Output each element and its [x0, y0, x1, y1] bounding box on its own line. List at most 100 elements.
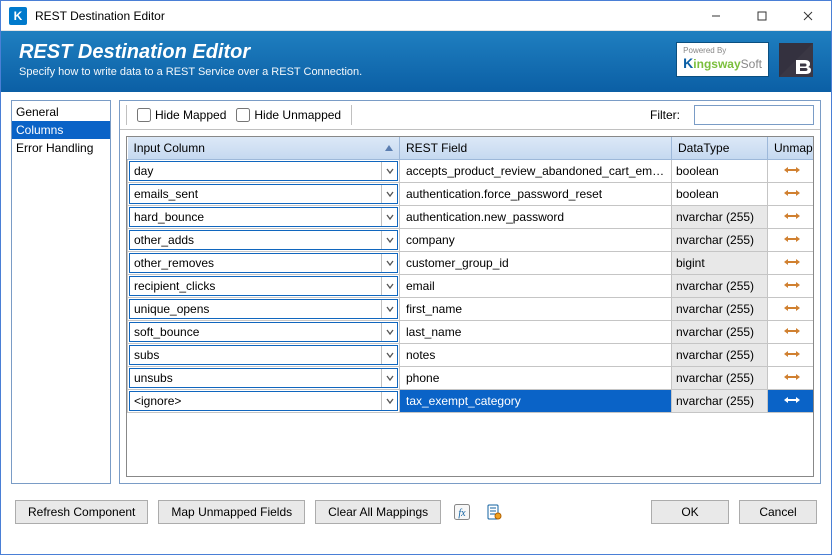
col-unmap[interactable]: Unmap	[768, 137, 815, 160]
minimize-button[interactable]	[693, 1, 739, 31]
input-column-combo[interactable]: other_adds	[129, 230, 398, 250]
banner-heading: REST Destination Editor	[19, 41, 362, 64]
unmap-button[interactable]	[768, 206, 815, 229]
svg-text:fx: fx	[459, 508, 467, 519]
main-panel: Hide Mapped Hide Unmapped Filter: In	[119, 100, 821, 484]
input-column-combo[interactable]: <ignore>	[129, 391, 398, 411]
ok-button[interactable]: OK	[651, 500, 729, 524]
unmap-button[interactable]	[768, 390, 815, 413]
input-column-combo[interactable]: unique_opens	[129, 299, 398, 319]
unmap-button[interactable]	[768, 275, 815, 298]
datatype-cell: nvarchar (255)	[672, 367, 768, 390]
maximize-button[interactable]	[739, 1, 785, 31]
table-row[interactable]: hard_bounceauthentication.new_passwordnv…	[128, 206, 815, 229]
unmap-button[interactable]	[768, 183, 815, 206]
rest-field-cell: customer_group_id	[400, 252, 672, 275]
cancel-button[interactable]: Cancel	[739, 500, 817, 524]
datatype-cell: nvarchar (255)	[672, 390, 768, 413]
datatype-cell: boolean	[672, 183, 768, 206]
table-row[interactable]: subsnotesnvarchar (255)	[128, 344, 815, 367]
hide-mapped-input[interactable]	[137, 108, 151, 122]
input-column-value: unique_opens	[130, 302, 381, 316]
unmap-button[interactable]	[768, 344, 815, 367]
hide-unmapped-input[interactable]	[236, 108, 250, 122]
table-row[interactable]: soft_bounce last_namenvarchar (255)	[128, 321, 815, 344]
table-row[interactable]: other_removescustomer_group_idbigint	[128, 252, 815, 275]
chevron-down-icon[interactable]	[381, 300, 397, 318]
unmap-button[interactable]	[768, 160, 815, 183]
unmap-button[interactable]	[768, 252, 815, 275]
rest-field-cell: tax_exempt_category	[400, 390, 672, 413]
sidebar-item-error-handling[interactable]: Error Handling	[12, 139, 110, 157]
clear-all-button[interactable]: Clear All Mappings	[315, 500, 441, 524]
input-column-value: soft_bounce	[130, 325, 381, 339]
chevron-down-icon[interactable]	[381, 323, 397, 341]
map-unmapped-button[interactable]: Map Unmapped Fields	[158, 500, 305, 524]
input-column-combo[interactable]: other_removes	[129, 253, 398, 273]
rest-field-cell: authentication.force_password_reset	[400, 183, 672, 206]
window-title: REST Destination Editor	[35, 9, 165, 23]
chevron-down-icon[interactable]	[381, 254, 397, 272]
chevron-down-icon[interactable]	[381, 392, 397, 410]
hide-unmapped-label: Hide Unmapped	[254, 108, 341, 122]
input-column-value: hard_bounce	[130, 210, 381, 224]
footer: Refresh Component Map Unmapped Fields Cl…	[1, 492, 831, 536]
expression-script-button[interactable]	[483, 501, 505, 523]
rest-field-cell: phone	[400, 367, 672, 390]
input-column-value: other_adds	[130, 233, 381, 247]
datatype-cell: nvarchar (255)	[672, 344, 768, 367]
chevron-down-icon[interactable]	[381, 231, 397, 249]
filter-label: Filter:	[650, 108, 680, 122]
toolbar: Hide Mapped Hide Unmapped Filter:	[120, 101, 820, 130]
table-row[interactable]: dayaccepts_product_review_abandoned_cart…	[128, 160, 815, 183]
input-column-combo[interactable]: subs	[129, 345, 398, 365]
bigcommerce-logo	[779, 43, 813, 77]
datatype-cell: nvarchar (255)	[672, 275, 768, 298]
chevron-down-icon[interactable]	[381, 162, 397, 180]
input-column-combo[interactable]: hard_bounce	[129, 207, 398, 227]
unmap-button[interactable]	[768, 229, 815, 252]
input-column-value: recipient_clicks	[130, 279, 381, 293]
sidebar-item-columns[interactable]: Columns	[12, 121, 110, 139]
chevron-down-icon[interactable]	[381, 185, 397, 203]
table-row[interactable]: recipient_clicks emailnvarchar (255)	[128, 275, 815, 298]
input-column-value: <ignore>	[130, 394, 381, 408]
table-row[interactable]: unsubsphonenvarchar (255)	[128, 367, 815, 390]
input-column-combo[interactable]: emails_sent	[129, 184, 398, 204]
refresh-button[interactable]: Refresh Component	[15, 500, 148, 524]
mapping-grid[interactable]: Input Column REST Field DataType Unmap d…	[126, 136, 814, 477]
rest-field-cell: email	[400, 275, 672, 298]
rest-field-cell: last_name	[400, 321, 672, 344]
input-column-combo[interactable]: recipient_clicks	[129, 276, 398, 296]
table-row[interactable]: emails_sentauthentication.force_password…	[128, 183, 815, 206]
col-input[interactable]: Input Column	[128, 137, 400, 160]
banner-subtitle: Specify how to write data to a REST Serv…	[19, 66, 362, 78]
col-rest[interactable]: REST Field	[400, 137, 672, 160]
datatype-cell: nvarchar (255)	[672, 321, 768, 344]
hide-unmapped-checkbox[interactable]: Hide Unmapped	[236, 108, 341, 122]
unmap-button[interactable]	[768, 321, 815, 344]
chevron-down-icon[interactable]	[381, 277, 397, 295]
sort-asc-icon	[385, 145, 393, 151]
close-button[interactable]	[785, 1, 831, 31]
col-type[interactable]: DataType	[672, 137, 768, 160]
filter-input[interactable]	[694, 105, 814, 125]
chevron-down-icon[interactable]	[381, 369, 397, 387]
input-column-combo[interactable]: day	[129, 161, 398, 181]
datatype-cell: nvarchar (255)	[672, 229, 768, 252]
toolbar-separator	[126, 105, 127, 125]
table-row[interactable]: <ignore> tax_exempt_categorynvarchar (255…	[128, 390, 815, 413]
hide-mapped-checkbox[interactable]: Hide Mapped	[137, 108, 226, 122]
sidebar-item-general[interactable]: General	[12, 103, 110, 121]
chevron-down-icon[interactable]	[381, 208, 397, 226]
unmap-button[interactable]	[768, 298, 815, 321]
unmap-button[interactable]	[768, 367, 815, 390]
input-column-combo[interactable]: unsubs	[129, 368, 398, 388]
table-row[interactable]: other_addscompanynvarchar (255)	[128, 229, 815, 252]
input-column-combo[interactable]: soft_bounce	[129, 322, 398, 342]
sidebar: GeneralColumnsError Handling	[11, 100, 111, 484]
table-row[interactable]: unique_opensfirst_namenvarchar (255)	[128, 298, 815, 321]
expression-fx-button[interactable]: fx	[451, 501, 473, 523]
toolbar-separator	[351, 105, 352, 125]
chevron-down-icon[interactable]	[381, 346, 397, 364]
